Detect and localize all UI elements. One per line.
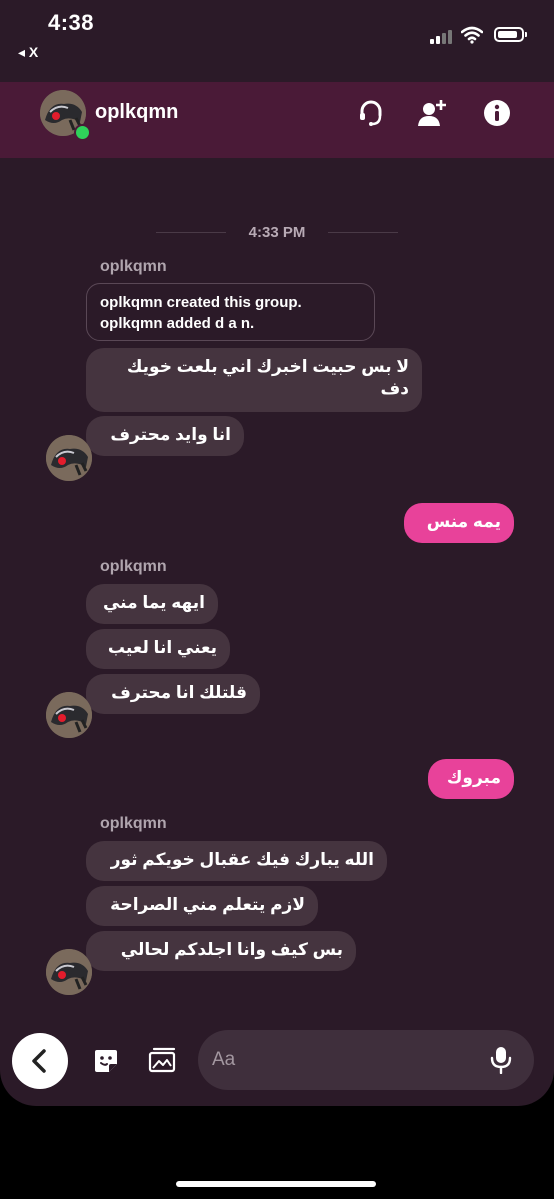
battery-icon [494,27,527,42]
mic-icon[interactable] [490,1046,512,1074]
sender-name: oplkqmn [100,258,167,275]
status-bar: 4:38 ◂ X [0,0,554,82]
incoming-message[interactable]: بس كيف وانا اجلدكم لحالي [86,931,356,971]
sender-avatar[interactable] [46,435,92,481]
incoming-message[interactable]: ايهه يما مني [86,584,218,624]
chat-screen: 4:38 ◂ X oplkqmn 4:33 PM oplkqmn oplkqmn… [0,0,554,1106]
sender-avatar[interactable] [46,692,92,738]
gallery-icon[interactable] [148,1047,176,1075]
headset-icon[interactable] [356,98,386,128]
sender-name: oplkqmn [100,815,167,832]
home-indicator[interactable] [176,1181,376,1187]
online-status-dot [74,124,91,141]
system-message: oplkqmn created this group. [100,294,302,311]
wifi-icon [461,26,483,44]
incoming-message[interactable]: انا وايد محترف [86,416,244,456]
incoming-message[interactable]: قلتلك انا محترف [86,674,260,714]
outgoing-message[interactable]: يمه منس [404,503,514,543]
incoming-message[interactable]: يعني انا لعيب [86,629,230,669]
status-time: 4:38 [48,10,95,35]
incoming-message[interactable]: الله يبارك فيك عقبال خويكم ثور [86,841,387,881]
message-input[interactable]: Aa [198,1030,534,1090]
message-timestamp: 4:33 PM [248,224,306,241]
info-icon[interactable] [482,98,512,128]
incoming-message[interactable]: لازم يتعلم مني الصراحة [86,886,318,926]
back-to-app-link[interactable]: ◂ X [18,44,38,61]
incoming-message[interactable]: لا بس حبيت اخبرك اني بلعت خويك دف [86,348,422,412]
message-input-placeholder: Aa [212,1049,236,1070]
chat-title[interactable]: oplkqmn [95,101,178,124]
back-chevron-icon [32,1049,46,1073]
system-message: oplkqmn added d a n. [100,315,255,332]
sticker-icon[interactable] [92,1047,120,1075]
outgoing-message[interactable]: مبروك [428,759,514,799]
add-person-icon[interactable] [417,98,447,128]
group-system-notice: oplkqmn created this group. oplkqmn adde… [86,283,375,341]
chat-header: oplkqmn [0,82,554,158]
back-chevron-button[interactable] [12,1033,68,1089]
cellular-signal-icon [430,30,454,44]
sender-avatar[interactable] [46,949,92,995]
sender-name: oplkqmn [100,558,167,575]
